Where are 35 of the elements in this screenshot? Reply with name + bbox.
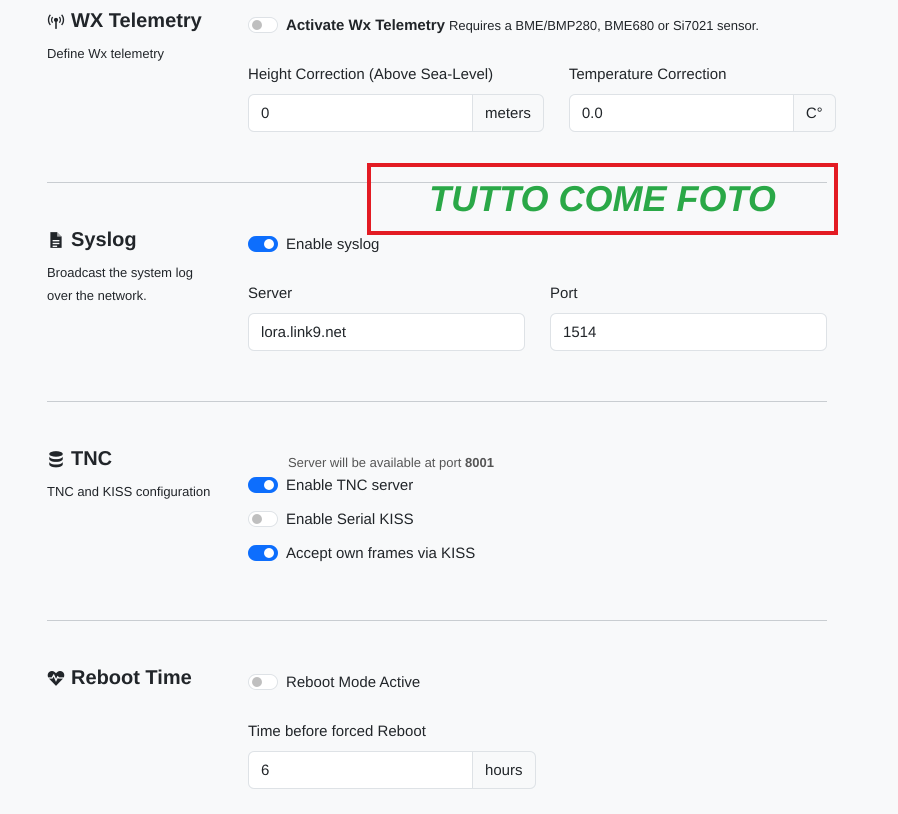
field-label: Height Correction (Above Sea-Level): [248, 65, 494, 85]
input-field[interactable]: 0: [248, 94, 473, 132]
database-icon: [47, 450, 65, 468]
toggle-switch[interactable]: [248, 545, 278, 561]
input-field[interactable]: 1514: [550, 313, 827, 351]
section-title: WX Telemetry: [71, 10, 202, 32]
section-title: Reboot Time: [71, 666, 192, 690]
annotation-text: TUTTO COME FOTO: [429, 178, 776, 220]
toggle-switch[interactable]: [248, 236, 278, 252]
switch-label: Enable Serial KISS: [286, 510, 414, 528]
section-title: TNC: [71, 448, 112, 470]
input-field[interactable]: 6: [248, 751, 473, 789]
section-description: Define Wx telemetry: [47, 45, 166, 63]
hint-text: Requires a BME/BMP280, BME680 or Si7021 sensor.: [448, 18, 759, 32]
heart-pulse-icon: [47, 669, 65, 687]
section-title: Syslog: [71, 228, 137, 252]
unit-label: meters: [473, 94, 544, 132]
switch-label: Enable syslog: [286, 236, 380, 252]
field-label: Temperature Correction: [568, 65, 728, 85]
switch-label: Reboot Mode Active: [286, 674, 420, 690]
field-label: Port: [550, 284, 579, 304]
unit-label: hours: [473, 751, 536, 789]
field-label: Time before forced Reboot: [248, 722, 427, 742]
input-field[interactable]: 0.0: [568, 94, 794, 132]
note-text: Server will be available at port 8001: [288, 454, 495, 472]
toggle-switch[interactable]: [248, 477, 278, 493]
section-description: TNC and KISS configuration: [47, 483, 212, 501]
switch-label: Accept own frames via KISS: [286, 544, 476, 562]
switch-label: Enable TNC server: [286, 476, 414, 494]
section-description: Broadcast the system log over the network.: [47, 264, 194, 305]
field-label: Server: [248, 284, 294, 304]
antenna-icon: [47, 12, 65, 30]
unit-label: C°: [794, 94, 836, 132]
input-field[interactable]: lora.link9.net: [248, 313, 525, 351]
switch-label: Activate Wx Telemetry: [286, 16, 445, 34]
